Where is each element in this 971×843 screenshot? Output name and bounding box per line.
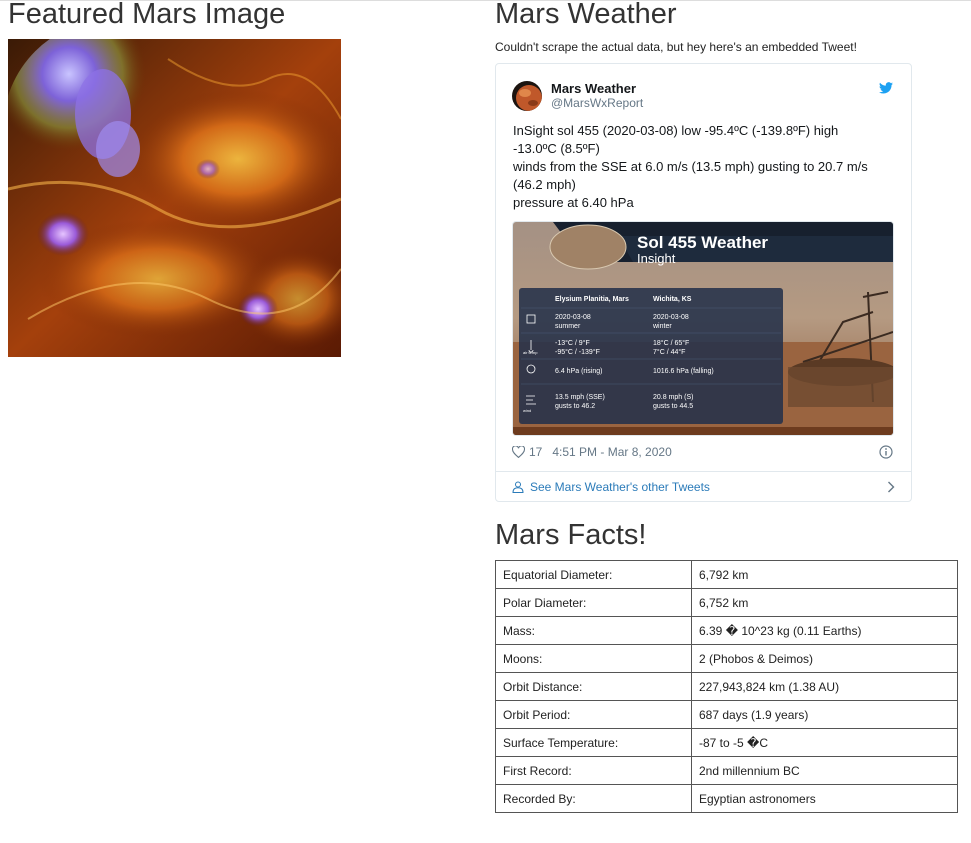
table-row: Mass: 6.39 � 10^23 kg (0.11 Earths): [495, 616, 958, 645]
table-row: Orbit Distance: 227,943,824 km (1.38 AU): [495, 672, 958, 701]
fact-value: Egyptian astronomers: [691, 784, 958, 813]
tweet-author-handle[interactable]: @MarsWxReport: [551, 96, 643, 110]
media-col1-header: Elysium Planitia, Mars: [555, 296, 629, 303]
tweet-text-line: InSight sol 455 (2020-03-08) low -95.4ºC…: [513, 123, 839, 138]
weather-note: Couldn't scrape the actual data, but hey…: [495, 40, 857, 54]
tweet-text-line: (46.2 mph): [513, 177, 576, 192]
table-row: Orbit Period: 687 days (1.9 years): [495, 700, 958, 729]
table-row: Surface Temperature: -87 to -5 �C: [495, 728, 958, 757]
media-row1-c1b: summer: [555, 323, 581, 330]
fact-label: Orbit Distance:: [495, 672, 692, 701]
media-row2-c1b: -95°C / -139°F: [555, 348, 600, 356]
media-row1-c1a: 2020-03-08: [555, 314, 591, 321]
fact-label: Recorded By:: [495, 784, 692, 813]
media-row4-c1b: gusts to 46.2: [555, 403, 595, 410]
tweet-divider: [496, 471, 911, 472]
media-row4-label: wind: [523, 408, 531, 413]
like-count[interactable]: 17: [529, 445, 542, 459]
fact-label: First Record:: [495, 756, 692, 785]
fact-label: Moons:: [495, 644, 692, 673]
media-row2-c2b: 7°C / 44°F: [653, 348, 685, 356]
table-row: Equatorial Diameter: 6,792 km: [495, 560, 958, 589]
tweet-avatar[interactable]: [512, 81, 542, 111]
tweet-author-name[interactable]: Mars Weather: [551, 81, 636, 96]
fact-value: 6,792 km: [691, 560, 958, 589]
media-subtitle: Insight: [637, 251, 676, 266]
fact-value: 6.39 � 10^23 kg (0.11 Earths): [691, 616, 958, 645]
table-row: First Record: 2nd millennium BC: [495, 756, 958, 785]
media-row2-label: air temp: [523, 350, 538, 355]
mars-facts-table: Equatorial Diameter: 6,792 km Polar Diam…: [495, 560, 958, 813]
chevron-right-icon[interactable]: [887, 481, 895, 493]
mars-weather-heading: Mars Weather: [495, 0, 677, 30]
media-row4-c2a: 20.8 mph (S): [653, 394, 693, 401]
fact-value: -87 to -5 �C: [691, 728, 958, 757]
media-row3-c1: 6.4 hPa (rising): [555, 368, 602, 375]
mars-facts-heading: Mars Facts!: [495, 519, 647, 551]
tweet-text-line: pressure at 6.40 hPa: [513, 195, 634, 210]
person-icon: [512, 481, 524, 493]
fact-value: 2nd millennium BC: [691, 756, 958, 785]
table-row: Recorded By: Egyptian astronomers: [495, 784, 958, 813]
tweet-text-line: winds from the SSE at 6.0 m/s (13.5 mph)…: [513, 159, 868, 174]
tweet-media-image[interactable]: Sol 455 Weather Insight Elysium Planitia…: [512, 221, 894, 436]
media-row2-c1a: -13°C / 9°F: [555, 339, 590, 347]
featured-mars-image[interactable]: [8, 39, 341, 357]
media-row4-c1a: 13.5 mph (SSE): [555, 394, 605, 401]
table-row: Polar Diameter: 6,752 km: [495, 588, 958, 617]
fact-label: Polar Diameter:: [495, 588, 692, 617]
tweet-text-line: -13.0ºC (8.5ºF): [513, 141, 600, 156]
twitter-bird-icon[interactable]: [879, 82, 893, 94]
table-row: Moons: 2 (Phobos & Deimos): [495, 644, 958, 673]
media-title: Sol 455 Weather: [637, 233, 768, 252]
media-row2-c2a: 18°C / 65°F: [653, 339, 689, 347]
tweet-text: InSight sol 455 (2020-03-08) low -95.4ºC…: [513, 122, 893, 212]
tweet-meta: 17 4:51 PM - Mar 8, 2020: [512, 444, 672, 460]
other-tweets-label[interactable]: See Mars Weather's other Tweets: [530, 480, 710, 494]
fact-value: 2 (Phobos & Deimos): [691, 644, 958, 673]
fact-label: Mass:: [495, 616, 692, 645]
tweet-timestamp[interactable]: 4:51 PM - Mar 8, 2020: [552, 445, 671, 459]
media-row1-c2a: 2020-03-08: [653, 314, 689, 321]
featured-image-heading: Featured Mars Image: [8, 0, 286, 30]
media-row3-c2: 1016.6 hPa (falling): [653, 368, 714, 375]
embedded-tweet[interactable]: Mars Weather @MarsWxReport InSight sol 4…: [495, 63, 912, 502]
fact-value: 227,943,824 km (1.38 AU): [691, 672, 958, 701]
info-icon[interactable]: [879, 445, 893, 459]
media-col2-header: Wichita, KS: [653, 296, 692, 303]
fact-label: Surface Temperature:: [495, 728, 692, 757]
fact-label: Orbit Period:: [495, 700, 692, 729]
fact-value: 687 days (1.9 years): [691, 700, 958, 729]
fact-label: Equatorial Diameter:: [495, 560, 692, 589]
heart-icon[interactable]: [512, 446, 525, 458]
fact-value: 6,752 km: [691, 588, 958, 617]
media-row1-c2b: winter: [652, 323, 672, 330]
other-tweets-link[interactable]: See Mars Weather's other Tweets: [512, 477, 895, 497]
media-row4-c2b: gusts to 44.5: [653, 403, 693, 410]
